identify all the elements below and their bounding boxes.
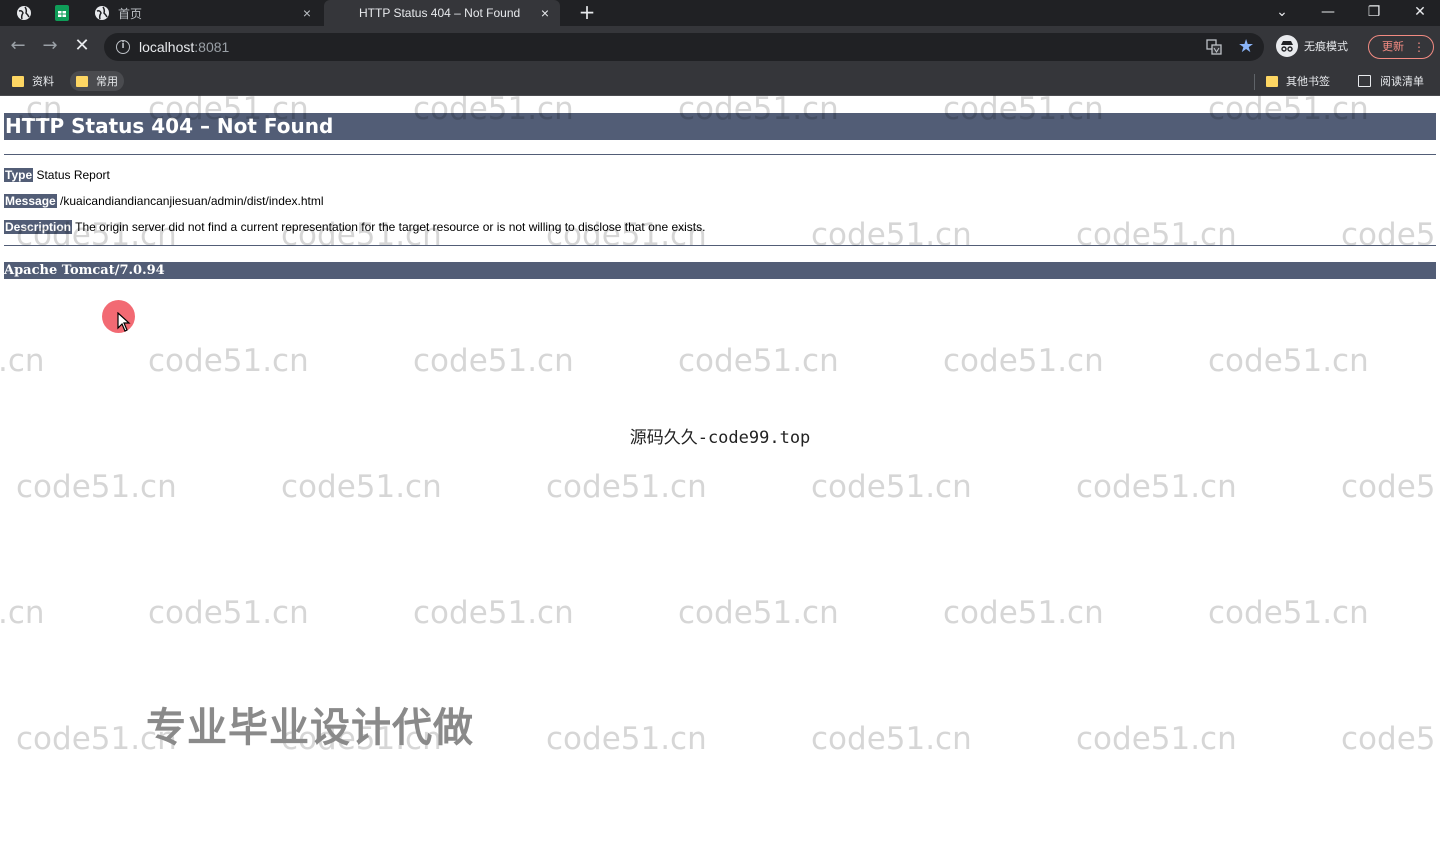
server-info: Apache Tomcat/7.0.94 xyxy=(4,262,1436,279)
globe-icon xyxy=(95,6,109,20)
watermark: code5 xyxy=(1341,469,1436,505)
bookmark-folder-changyong[interactable]: 常用 xyxy=(70,71,124,91)
bookmark-label: 常用 xyxy=(96,75,118,88)
new-tab-button[interactable]: + xyxy=(576,1,598,23)
divider xyxy=(4,245,1436,246)
reading-list[interactable]: 阅读清单 xyxy=(1358,71,1424,91)
bookmark-label: 资料 xyxy=(32,75,54,88)
watermark: code51.cn xyxy=(1076,469,1237,505)
incognito-indicator[interactable]: 无痕模式 xyxy=(1276,35,1348,57)
folder-icon xyxy=(76,75,88,87)
pinned-tab-globe[interactable] xyxy=(14,3,34,23)
message-label: Message xyxy=(4,194,57,208)
message-value: /kuaicandiandiancanjiesuan/admin/dist/in… xyxy=(60,194,324,208)
forward-arrow-icon[interactable]: → xyxy=(40,36,60,56)
incognito-label: 无痕模式 xyxy=(1304,40,1348,53)
url-host: localhost xyxy=(139,39,195,55)
divider xyxy=(4,154,1436,155)
type-row: Type Status Report xyxy=(4,168,110,182)
close-icon[interactable]: × xyxy=(298,5,316,21)
restore-icon[interactable]: ❐ xyxy=(1362,2,1386,22)
watermark: code5 xyxy=(1341,217,1436,253)
bookmark-star-icon[interactable]: ★ xyxy=(1238,36,1254,57)
pinned-tab-sheets[interactable] xyxy=(52,3,72,23)
watermark: code51.cn xyxy=(148,343,309,379)
url-text[interactable]: localhost:8081 xyxy=(139,39,229,55)
description-label: Description xyxy=(4,220,73,234)
tab-404[interactable]: HTTP Status 404 – Not Found × xyxy=(324,0,560,26)
watermark: code51.cn xyxy=(811,469,972,505)
close-icon[interactable]: × xyxy=(536,5,554,21)
translate-icon[interactable] xyxy=(1206,39,1222,55)
tab-title: HTTP Status 404 – Not Found xyxy=(359,6,521,20)
watermark: code51.cn xyxy=(281,469,442,505)
globe-icon xyxy=(17,6,31,20)
watermark: code51.cn xyxy=(148,595,309,631)
watermark: code51.cn xyxy=(811,217,972,253)
watermark: code51.cn xyxy=(1076,217,1237,253)
reading-list-label: 阅读清单 xyxy=(1380,75,1424,88)
address-bar[interactable]: i localhost:8081 ★ xyxy=(104,33,1264,61)
watermark: code51.cn xyxy=(413,343,574,379)
other-bookmarks[interactable]: 其他书签 xyxy=(1266,71,1330,91)
mouse-cursor-icon xyxy=(117,312,131,332)
watermark: code51.cn xyxy=(1208,595,1369,631)
watermark: code51.cn xyxy=(1076,721,1237,757)
watermark: code51.cn xyxy=(811,721,972,757)
bookmark-folder-ziliao[interactable]: 资料 xyxy=(12,71,54,91)
update-button[interactable]: 更新 ⋮ xyxy=(1368,35,1434,59)
sheets-icon xyxy=(55,5,69,21)
watermark: code51.cn xyxy=(943,343,1104,379)
source-site-text: 源码久久-code99.top xyxy=(629,428,811,448)
watermark: code51.cn xyxy=(943,595,1104,631)
message-row: Message /kuaicandiandiancanjiesuan/admin… xyxy=(4,194,324,208)
incognito-icon xyxy=(1276,35,1298,57)
bookmarks-bar: 资料 常用 其他书签 阅读清单 xyxy=(0,66,1440,96)
other-bookmarks-label: 其他书签 xyxy=(1286,75,1330,88)
watermark: .cn xyxy=(0,343,45,379)
watermark: .cn xyxy=(0,595,45,631)
folder-icon xyxy=(12,75,24,87)
watermark: code51.cn xyxy=(16,469,177,505)
back-arrow-icon[interactable]: ← xyxy=(8,36,28,56)
update-label: 更新 xyxy=(1382,40,1404,53)
watermark: code51.cn xyxy=(1208,343,1369,379)
type-label: Type xyxy=(4,168,34,182)
description-value: The origin server did not find a current… xyxy=(75,220,706,234)
watermark: code51.cn xyxy=(546,469,707,505)
browser-toolbar: ← → ✕ i localhost:8081 ★ 无痕模式 更新 ⋮ xyxy=(0,26,1440,66)
folder-icon xyxy=(1266,75,1278,87)
tab-strip: 首页 × HTTP Status 404 – Not Found × + ⌄ —… xyxy=(0,0,1440,26)
bookmark-separator xyxy=(1254,74,1255,90)
minimize-icon[interactable]: — xyxy=(1316,2,1340,22)
stop-loading-icon[interactable]: ✕ xyxy=(72,36,92,56)
watermark: code51.cn xyxy=(413,595,574,631)
reading-list-icon xyxy=(1358,75,1371,87)
tab-search-icon[interactable]: ⌄ xyxy=(1270,2,1294,22)
tab-home[interactable]: 首页 × xyxy=(86,0,322,26)
watermark: code51.cn xyxy=(678,595,839,631)
promo-text: 专业毕业设计代做 xyxy=(146,705,474,751)
tab-title: 首页 xyxy=(118,6,143,21)
watermark: code51.cn xyxy=(678,343,839,379)
watermark: code51.cn xyxy=(546,721,707,757)
menu-dots-icon[interactable]: ⋮ xyxy=(1413,36,1425,58)
url-port: :8081 xyxy=(194,39,230,55)
page-title: HTTP Status 404 – Not Found xyxy=(4,113,1436,140)
type-value: Status Report xyxy=(36,168,110,182)
page-viewport: HTTP Status 404 – Not Found Type Status … xyxy=(0,91,1440,848)
info-icon[interactable]: i xyxy=(116,40,130,54)
watermark: code5 xyxy=(1341,721,1436,757)
window-close-icon[interactable]: ✕ xyxy=(1408,2,1432,22)
description-row: Description The origin server did not fi… xyxy=(4,220,705,234)
